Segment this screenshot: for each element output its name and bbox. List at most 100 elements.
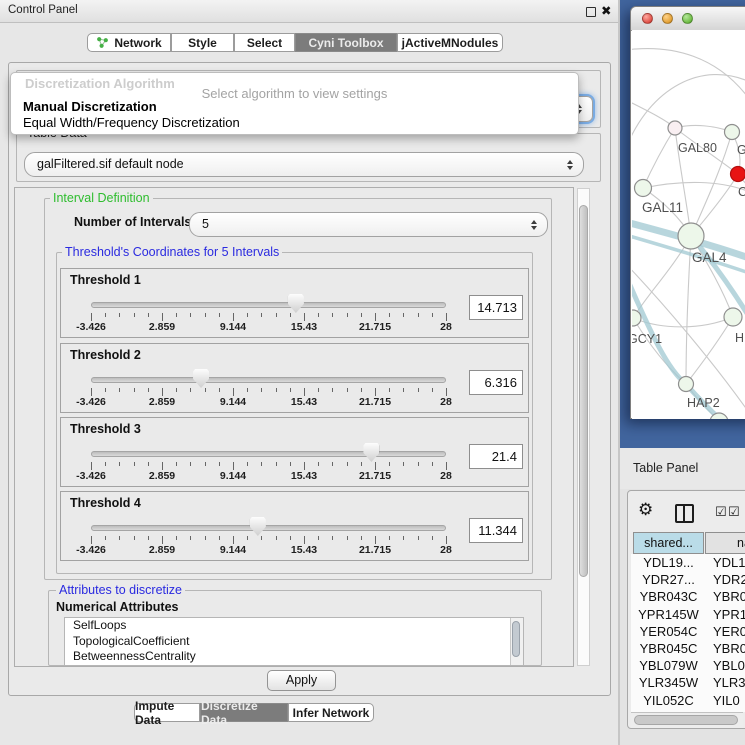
attributes-list-scrollbar[interactable] — [510, 618, 523, 665]
table-row[interactable]: YLR345WYLR3 — [631, 674, 745, 691]
network-node[interactable] — [725, 125, 740, 140]
checkbox-icon[interactable]: ☑ — [715, 506, 727, 519]
network-edge[interactable] — [643, 128, 675, 188]
control-panel-titlebar: Control Panel ✖ — [0, 0, 620, 23]
tab-infer-network[interactable]: Infer Network — [288, 703, 374, 722]
slider-track[interactable] — [91, 451, 446, 457]
zoom-traffic-light[interactable] — [682, 13, 693, 24]
network-canvas[interactable]: GAL80GACGAL11GAL4GCY1HHAP2 — [632, 30, 745, 419]
algorithm-option[interactable]: Equal Width/Frequency Discretization — [23, 115, 240, 130]
network-edge[interactable] — [686, 317, 733, 384]
slider-tick — [261, 462, 262, 466]
network-node[interactable] — [678, 223, 704, 249]
minimize-traffic-light[interactable] — [662, 13, 673, 24]
column-header-shared-name[interactable]: shared... — [633, 532, 704, 554]
slider-tick — [247, 388, 248, 392]
table-horizontal-scrollbar[interactable] — [631, 712, 743, 728]
table-row[interactable]: YPR145WYPR1 — [631, 606, 745, 623]
scrollbar-thumb[interactable] — [579, 205, 588, 577]
table-row[interactable]: YER054CYER0 — [631, 623, 745, 640]
tab-cyni-toolbox[interactable]: Cyni Toolbox — [295, 33, 397, 52]
float-window-icon[interactable] — [586, 7, 596, 17]
network-view-window[interactable]: GAL80GACGAL11GAL4GCY1HHAP2 — [630, 6, 745, 419]
checkbox-icon[interactable]: ☑ — [728, 506, 740, 519]
network-node[interactable] — [635, 180, 652, 197]
slider-tick — [332, 388, 333, 392]
attribute-list-item[interactable]: SelfLoops — [65, 618, 523, 634]
cell-shared-name: YBR045C — [633, 640, 704, 657]
network-graph: GAL80GACGAL11GAL4GCY1HHAP2 — [632, 30, 745, 419]
threshold-value-field[interactable]: 14.713 — [469, 295, 523, 320]
numerical-attributes-list[interactable]: SelfLoopsTopologicalCoefficientBetweenne… — [64, 617, 524, 666]
threshold-value-field[interactable]: 11.344 — [469, 518, 523, 543]
cell-shared-name: YIL052C — [633, 692, 704, 709]
tab-style[interactable]: Style — [171, 33, 234, 52]
slider-thumb[interactable] — [193, 369, 209, 388]
table-row[interactable]: YBL079WYBL0 — [631, 657, 745, 674]
tab-network[interactable]: Network — [87, 33, 171, 52]
network-node[interactable] — [731, 167, 745, 182]
slider-tick — [91, 536, 92, 544]
close-icon[interactable]: ✖ — [601, 3, 611, 18]
slider-track[interactable] — [91, 377, 446, 383]
slider-thumb[interactable] — [250, 517, 266, 536]
thresholds-group-title: Threshold's Coordinates for 5 Intervals — [62, 246, 282, 259]
slider-tick — [290, 388, 291, 392]
slider-tick — [148, 536, 149, 540]
slider-tick — [176, 462, 177, 466]
table-data-combobox[interactable]: galFiltered.sif default node — [24, 152, 584, 177]
table-row[interactable]: YDL19...YDL1 — [631, 554, 745, 571]
slider-tick — [304, 462, 305, 470]
threshold-value-field[interactable]: 6.316 — [469, 370, 523, 395]
number-of-intervals-combobox[interactable]: 5 — [189, 212, 548, 237]
slider-thumb[interactable] — [288, 294, 304, 313]
network-node[interactable] — [724, 308, 742, 326]
slider-tick — [418, 536, 419, 540]
tab-discretize-data[interactable]: Discretize Data — [200, 703, 288, 722]
slider-tick — [162, 462, 163, 470]
gear-icon[interactable]: ⚙ — [638, 502, 653, 519]
slider-track[interactable] — [91, 302, 446, 308]
algorithm-option[interactable]: Manual Discretization — [23, 99, 157, 114]
settings-scrollbar[interactable] — [577, 188, 590, 666]
cell-name: YER0 — [713, 623, 745, 640]
tab-jactivemnodules[interactable]: jActiveMNodules — [397, 33, 503, 52]
close-traffic-light[interactable] — [642, 13, 653, 24]
slider-tick — [446, 313, 447, 321]
slider-tick — [134, 462, 135, 466]
attribute-list-item[interactable]: BetweennessCentrality — [65, 649, 523, 665]
slider-tick — [389, 462, 390, 466]
cell-name: YBR0 — [713, 588, 745, 605]
network-node[interactable] — [679, 377, 694, 392]
network-edge[interactable] — [686, 236, 691, 384]
table-row[interactable]: YBR045CYBR0 — [631, 640, 745, 657]
slider-tick — [233, 462, 234, 470]
combo-stepper-icon — [567, 160, 573, 170]
column-header-name[interactable]: na — [705, 532, 745, 554]
apply-button[interactable]: Apply — [267, 670, 336, 691]
slider-tick — [162, 313, 163, 321]
table-panel-title: Table Panel — [633, 461, 698, 475]
table-row[interactable]: YBR043CYBR0 — [631, 588, 745, 605]
slider-thumb[interactable] — [363, 443, 379, 462]
slider-tick — [190, 313, 191, 317]
network-edge[interactable] — [632, 49, 745, 100]
network-window-titlebar[interactable] — [631, 7, 745, 31]
network-node-label: GAL11 — [642, 200, 683, 215]
table-row[interactable]: YIL052CYIL0 — [631, 692, 745, 709]
table-rows: YDL19...YDL1YDR27...YDR2YBR043CYBR0YPR14… — [631, 554, 745, 712]
table-row[interactable]: YDR27...YDR2 — [631, 571, 745, 588]
network-edge[interactable] — [675, 125, 732, 132]
slider-track[interactable] — [91, 525, 446, 531]
scrollbar-thumb[interactable] — [512, 621, 520, 657]
slider-tick — [134, 536, 135, 540]
split-view-icon[interactable] — [675, 504, 694, 523]
tab-impute-data[interactable]: Impute Data — [134, 703, 200, 722]
tab-select[interactable]: Select — [234, 33, 295, 52]
network-icon — [96, 36, 109, 49]
network-node[interactable] — [668, 121, 682, 135]
scrollbar-thumb[interactable] — [634, 715, 738, 725]
threshold-value-field[interactable]: 21.4 — [469, 444, 523, 469]
slider-tick — [403, 388, 404, 392]
attribute-list-item[interactable]: TopologicalCoefficient — [65, 634, 523, 650]
